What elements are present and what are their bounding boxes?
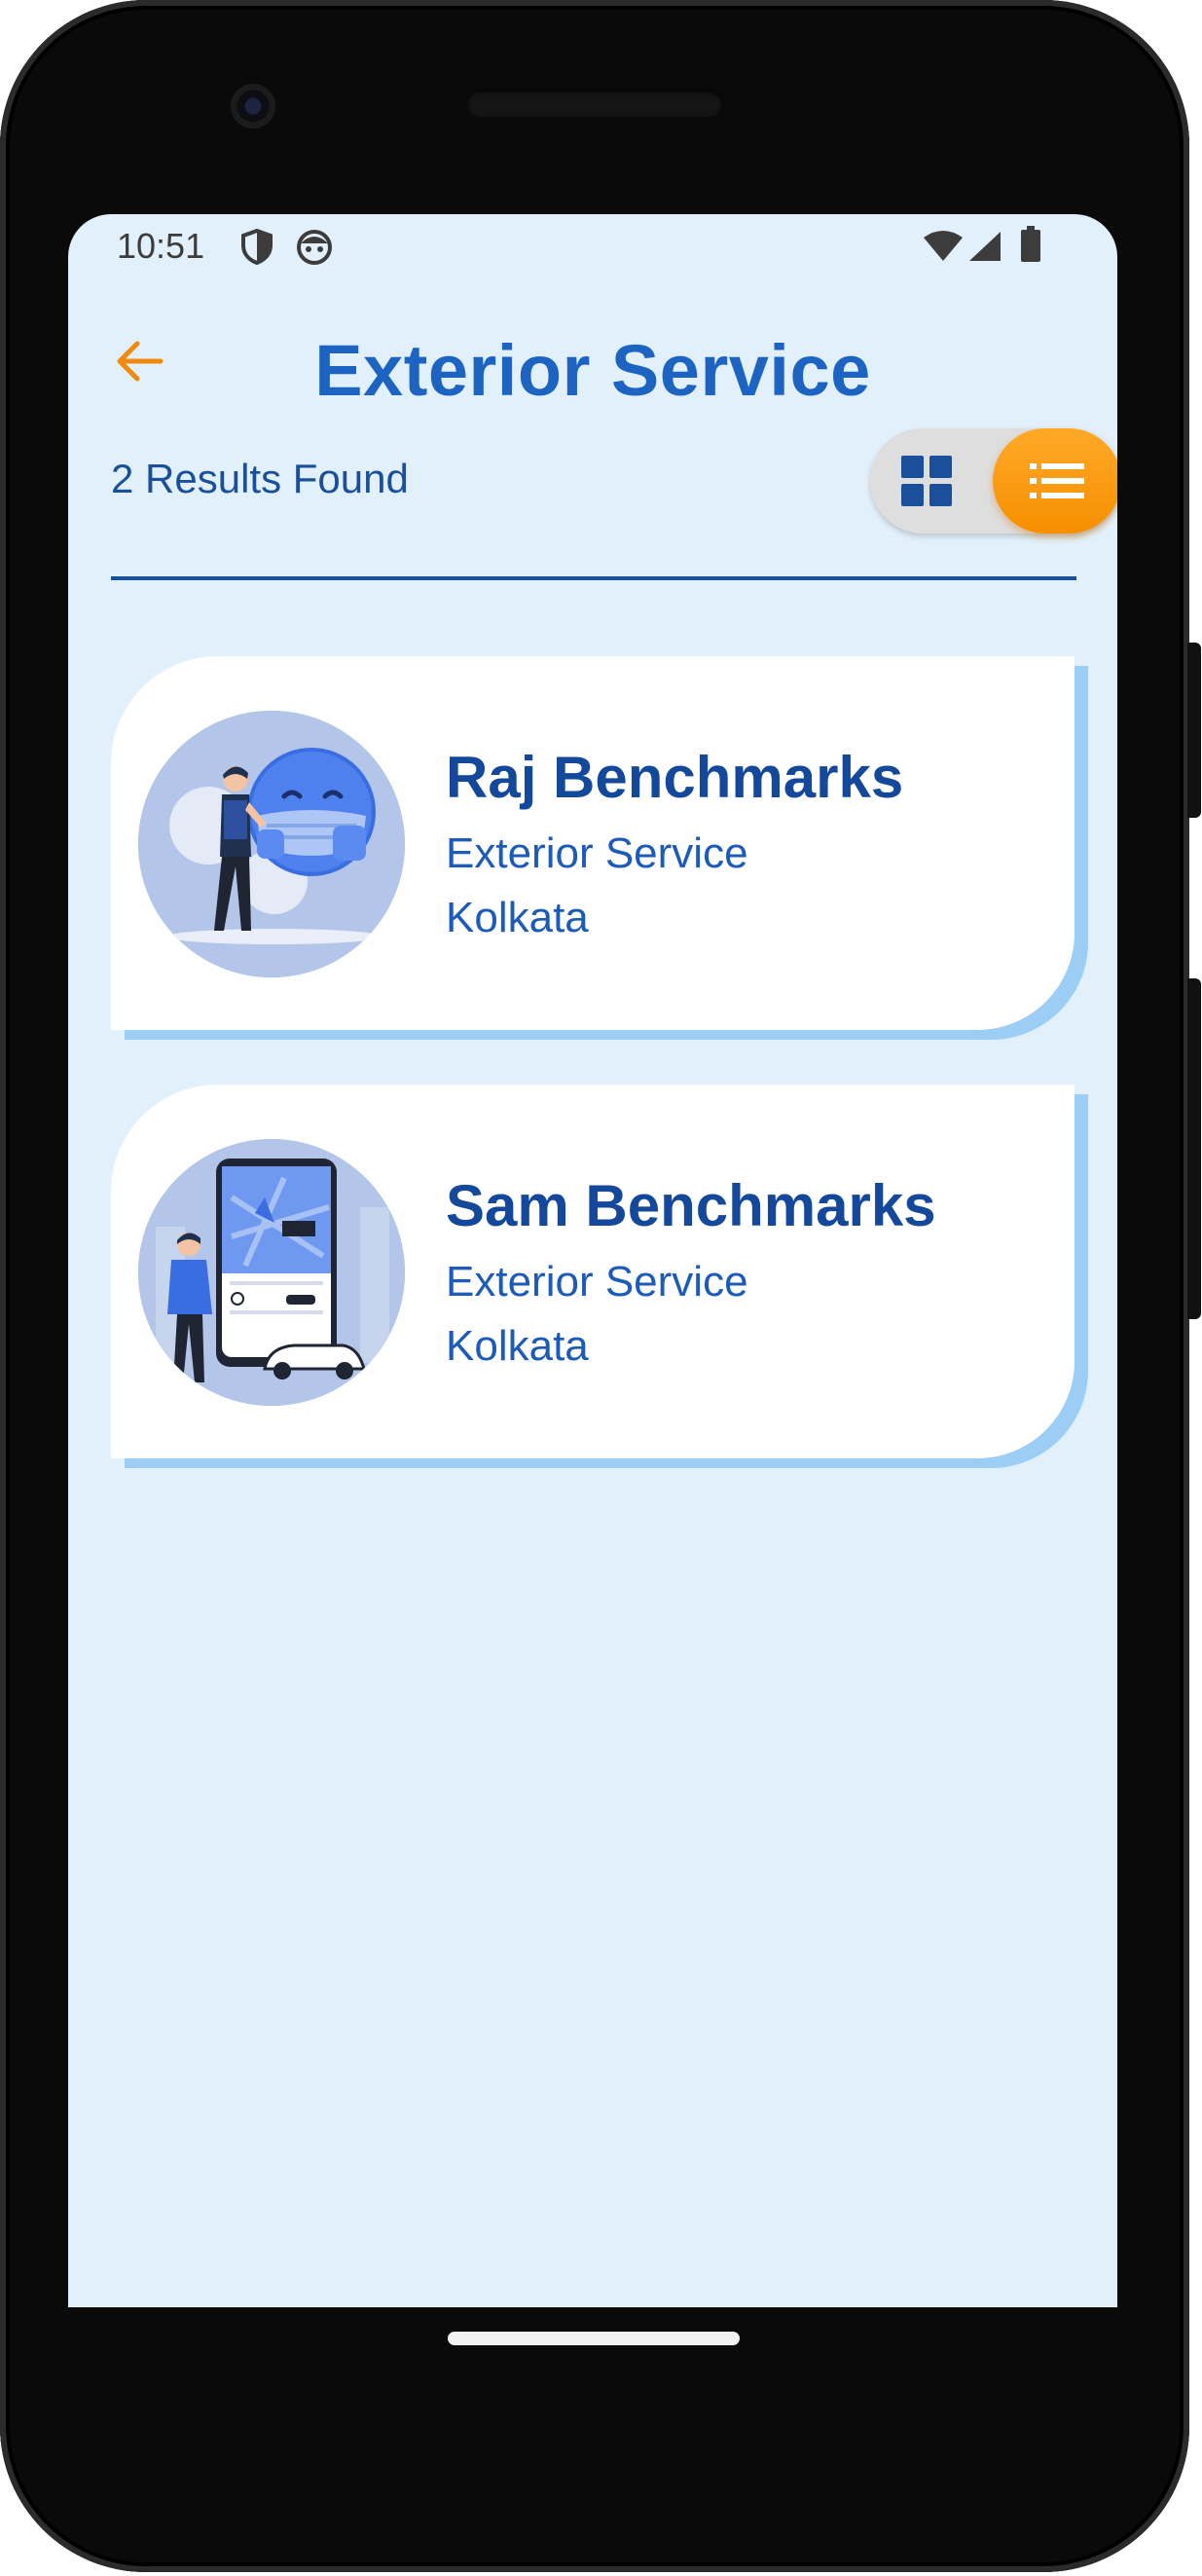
grid-view-button[interactable]	[897, 452, 956, 510]
listing-city: Kolkata	[446, 1322, 589, 1370]
signal-icon	[967, 230, 1002, 268]
volume-button	[1187, 978, 1201, 1319]
listing-service: Exterior Service	[446, 829, 748, 877]
wifi-icon	[923, 230, 964, 268]
list-view-button[interactable]	[993, 428, 1117, 534]
listing-city: Kolkata	[446, 894, 589, 941]
earpiece-speaker	[467, 90, 722, 117]
front-camera	[231, 84, 275, 129]
list-view-icon	[1030, 463, 1084, 498]
listing-image	[138, 711, 405, 977]
view-toggle	[870, 428, 1117, 534]
listing-image	[138, 1139, 405, 1406]
header-divider	[111, 576, 1076, 580]
page-title: Exterior Service	[314, 330, 871, 411]
home-indicator[interactable]	[448, 2332, 740, 2345]
shield-icon	[239, 228, 274, 270]
listing-service: Exterior Service	[446, 1258, 748, 1306]
battery-icon	[1020, 226, 1041, 268]
listing-name: Sam Benchmarks	[446, 1173, 936, 1238]
app-screen: 10:51 Exterior Service 2 Results Found R…	[68, 214, 1117, 2307]
listing-card-body[interactable]: Sam Benchmarks Exterior Service Kolkata	[111, 1085, 1075, 1458]
listing-card-body[interactable]: Raj Benchmarks Exterior Service Kolkata	[111, 656, 1075, 1030]
listing-card: Raj Benchmarks Exterior Service Kolkata	[111, 656, 1088, 1040]
app-header: Exterior Service	[68, 308, 1117, 415]
power-button	[1187, 643, 1201, 818]
results-bar: 2 Results Found	[111, 428, 1117, 535]
listing-name: Raj Benchmarks	[446, 745, 904, 810]
status-time: 10:51	[117, 226, 205, 266]
results-count: 2 Results Found	[111, 456, 409, 501]
listing-card: Sam Benchmarks Exterior Service Kolkata	[111, 1085, 1088, 1468]
face-icon	[296, 228, 333, 270]
grid-view-icon	[901, 456, 952, 506]
status-bar: 10:51	[68, 214, 1117, 278]
